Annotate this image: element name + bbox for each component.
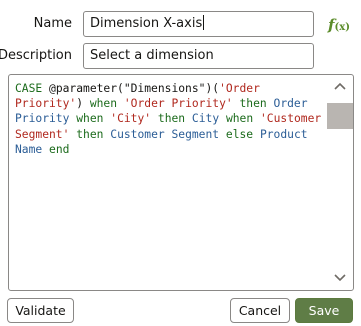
code-token-kw: then	[239, 97, 267, 111]
code-token-kw: CASE	[15, 82, 43, 95]
code-token-plain: )	[76, 97, 90, 111]
name-field[interactable]: Dimension X-axis	[83, 11, 314, 37]
code-token-id: Customer Segment	[110, 127, 220, 141]
description-value: Select a dimension	[90, 48, 214, 63]
validate-button[interactable]: Validate	[7, 298, 74, 323]
code-token-kw: end	[49, 142, 70, 156]
fx-glyph-sub: (x)	[334, 22, 350, 33]
description-label: Description	[0, 48, 72, 63]
code-token-kw: then	[76, 127, 104, 141]
cancel-button[interactable]: Cancel	[230, 298, 290, 323]
name-label: Name	[33, 16, 72, 31]
expression-editor[interactable]: CASE @parameter("Dimensions")( 'Order Pri…	[8, 74, 354, 291]
code-token-id: City	[191, 112, 220, 126]
code-token-kw: else	[225, 127, 254, 141]
save-button[interactable]: Save	[295, 298, 353, 323]
description-field[interactable]: Select a dimension	[83, 43, 314, 69]
code-token-kw: when	[76, 112, 104, 126]
code-token-kw: when	[89, 97, 118, 111]
code-token-str: 'City'	[110, 112, 152, 126]
chevron-down-icon[interactable]	[329, 271, 351, 287]
scroll-thumb[interactable]	[327, 103, 353, 129]
code-token-kw: then	[157, 112, 186, 126]
name-value: Dimension X-axis	[90, 16, 203, 31]
code-token-plain: @parameter("Dimensions")(	[42, 82, 220, 95]
text-caret	[203, 15, 205, 30]
chevron-up-icon[interactable]	[329, 79, 351, 95]
code-token-str: 'Order Priority'	[123, 97, 233, 111]
code-token-kw: when	[225, 112, 254, 126]
function-icon[interactable]: f(x)	[326, 14, 352, 36]
expression-code[interactable]: CASE @parameter("Dimensions")( 'Order Pri…	[15, 81, 329, 157]
editor-scrollbar[interactable]	[327, 79, 353, 287]
